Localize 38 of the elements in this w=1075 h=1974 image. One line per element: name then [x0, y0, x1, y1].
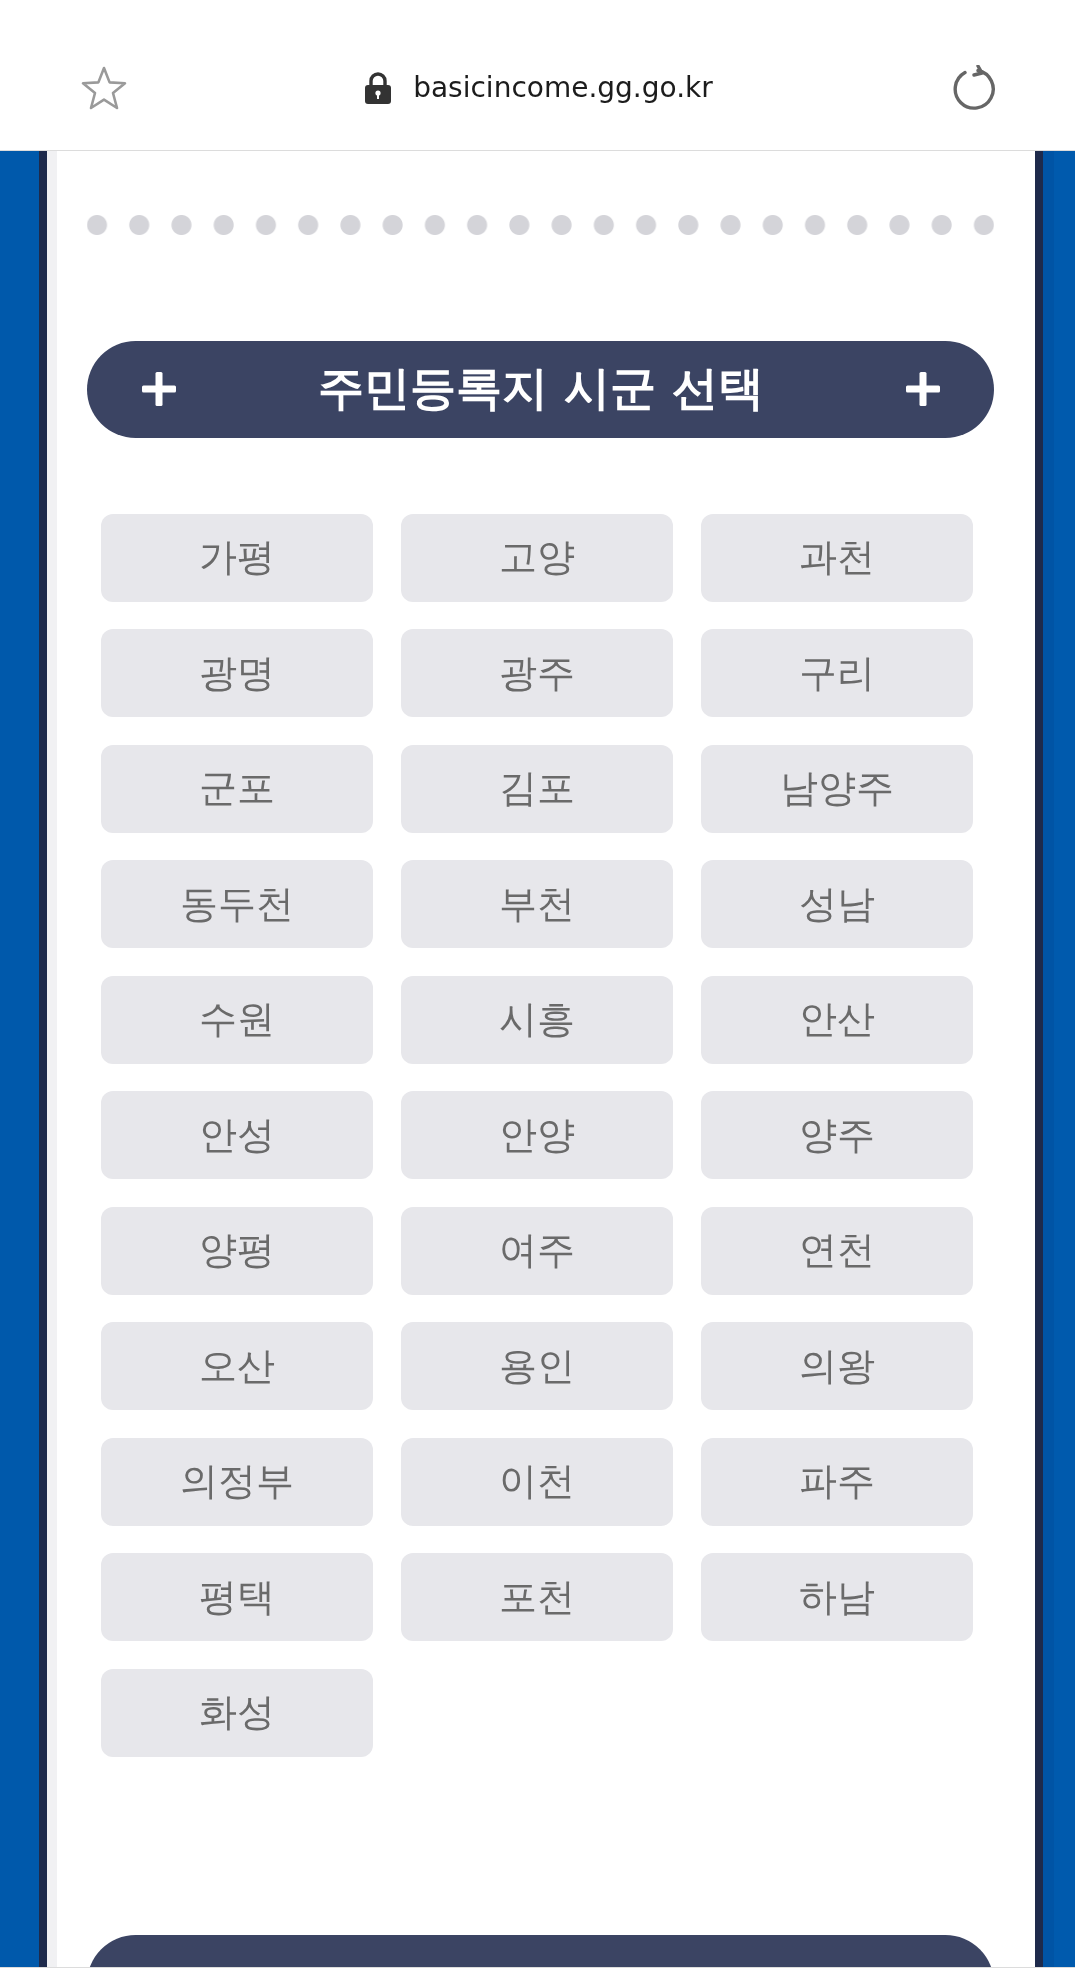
address-text[interactable]: basicincome.gg.go.kr [413, 71, 713, 105]
district-button[interactable]: 광명 [101, 629, 373, 718]
district-button[interactable]: 이천 [401, 1437, 673, 1526]
district-button[interactable]: 오산 [101, 1322, 373, 1411]
district-button[interactable]: 연천 [701, 1206, 973, 1295]
district-button[interactable]: 수원 [101, 975, 373, 1064]
district-button[interactable]: 안양 [401, 1091, 673, 1180]
district-button[interactable]: 하남 [701, 1553, 973, 1642]
district-button[interactable]: 동두천 [101, 860, 373, 949]
district-button[interactable]: 의왕 [701, 1322, 973, 1411]
district-button[interactable]: 가평 [101, 513, 373, 602]
district-button[interactable]: 안성 [101, 1091, 373, 1180]
district-button[interactable]: 평택 [101, 1553, 373, 1642]
district-button[interactable]: 부천 [401, 860, 673, 949]
lock-icon [365, 71, 392, 104]
district-button[interactable]: 화성 [101, 1668, 373, 1757]
district-button[interactable]: 시흥 [401, 975, 673, 1064]
star-icon[interactable] [81, 65, 127, 110]
section-title: 주민등록지 시군 선택 [317, 360, 765, 418]
district-button[interactable]: 성남 [701, 860, 973, 949]
plus-icon [906, 372, 940, 407]
district-button[interactable]: 고양 [401, 513, 673, 602]
district-button[interactable]: 군포 [101, 744, 373, 833]
district-button[interactable]: 안산 [701, 975, 973, 1064]
district-button[interactable]: 김포 [401, 744, 673, 833]
district-button[interactable]: 남양주 [701, 744, 973, 833]
district-button[interactable]: 양주 [701, 1091, 973, 1180]
district-button[interactable]: 여주 [401, 1206, 673, 1295]
district-button[interactable]: 양평 [101, 1206, 373, 1295]
district-button[interactable]: 의정부 [101, 1437, 373, 1526]
plus-icon [142, 372, 176, 407]
district-button[interactable]: 포천 [401, 1553, 673, 1642]
reload-icon[interactable] [951, 64, 997, 111]
district-button[interactable]: 과천 [701, 513, 973, 602]
district-button[interactable]: 구리 [701, 629, 973, 718]
district-button[interactable]: 광주 [401, 629, 673, 718]
district-button[interactable]: 용인 [401, 1322, 673, 1411]
district-button[interactable]: 파주 [701, 1437, 973, 1526]
